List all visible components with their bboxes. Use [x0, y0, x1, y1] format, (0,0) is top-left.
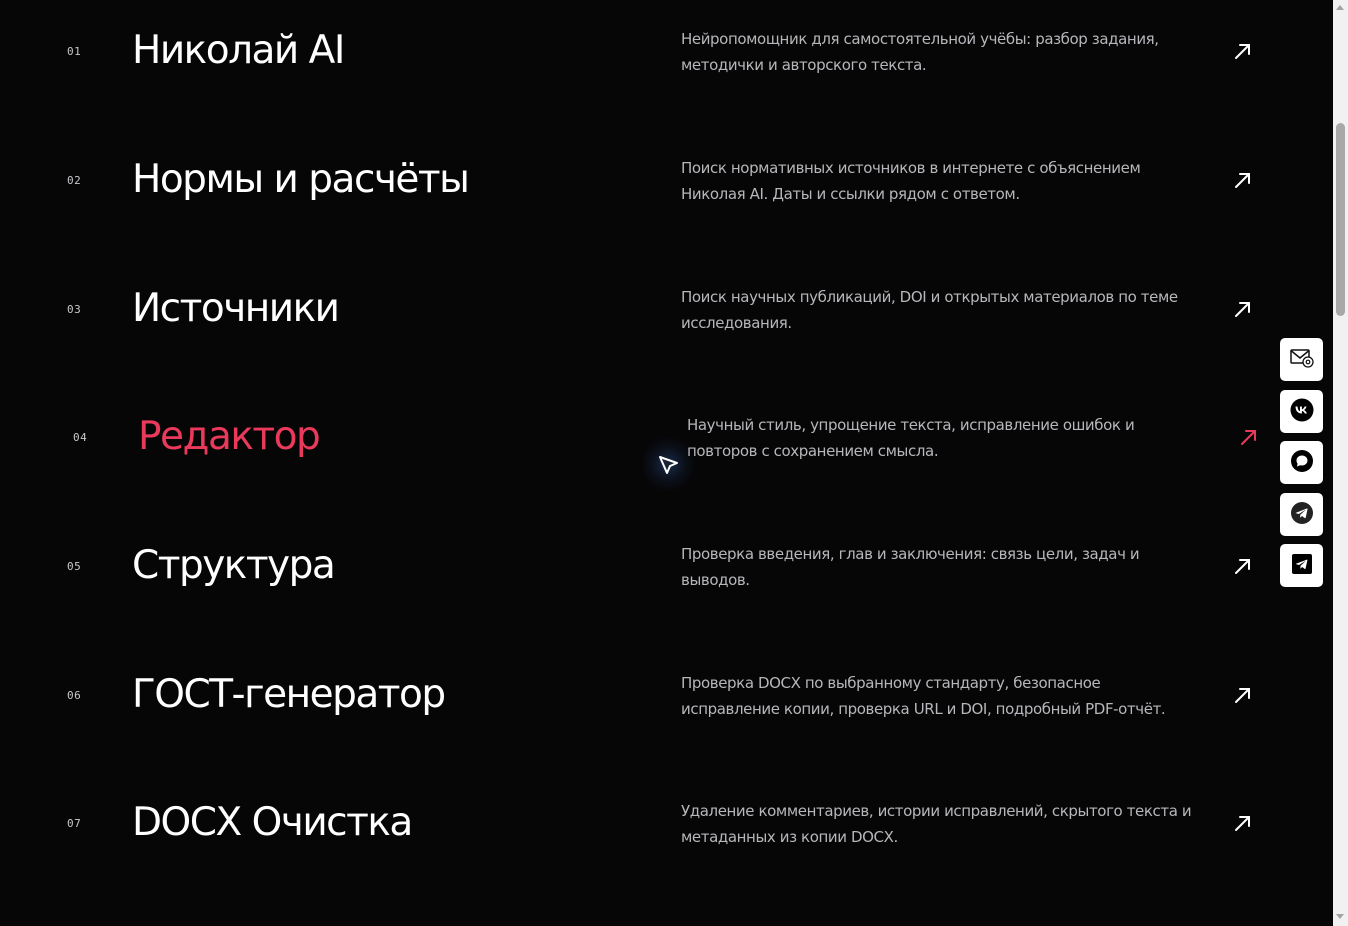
- service-description: Проверка введения, глав и заключения: св…: [681, 545, 1140, 589]
- service-row-sources[interactable]: 03 Источники Поиск научных публикаций, D…: [0, 259, 1333, 388]
- service-description: Удаление комментариев, истории исправлен…: [681, 802, 1192, 846]
- pointer-cursor-icon: [656, 452, 682, 478]
- service-number: 06: [67, 689, 82, 702]
- arrow-up-right-icon[interactable]: [1233, 685, 1253, 705]
- service-row-gost-generator[interactable]: 06 ГОСТ-генератор Проверка DOCX по выбра…: [0, 645, 1333, 774]
- scroll-down-icon[interactable]: [1336, 914, 1344, 919]
- telegram-square-icon: [1291, 553, 1313, 579]
- service-number: 07: [67, 817, 82, 830]
- service-number: 05: [67, 560, 82, 573]
- arrow-up-right-icon[interactable]: [1239, 427, 1259, 447]
- service-title: DOCX Очистка: [132, 800, 413, 845]
- service-number: 01: [67, 45, 82, 58]
- service-number: 02: [67, 174, 82, 187]
- service-description: Поиск нормативных источников в интернете…: [681, 159, 1141, 203]
- service-row-structure[interactable]: 05 Структура Проверка введения, глав и з…: [0, 516, 1333, 645]
- service-number: 03: [67, 303, 82, 316]
- chat-bubble-icon: [1290, 449, 1314, 477]
- service-row-nikolay-ai[interactable]: 01 Николай AI Нейропомощник для самостоя…: [0, 1, 1333, 130]
- arrow-up-right-icon[interactable]: [1233, 556, 1253, 576]
- arrow-up-right-icon[interactable]: [1233, 813, 1253, 833]
- arrow-up-right-icon[interactable]: [1233, 299, 1253, 319]
- telegram-channel-button[interactable]: [1280, 544, 1323, 587]
- service-row-norms[interactable]: 02 Нормы и расчёты Поиск нормативных ист…: [0, 130, 1333, 259]
- scrollbar-thumb[interactable]: [1336, 123, 1345, 316]
- mail-at-icon: [1289, 348, 1314, 372]
- service-description: Нейропомощник для самостоятельной учёбы:…: [681, 30, 1159, 74]
- chat-button[interactable]: [1280, 441, 1323, 484]
- scroll-up-icon[interactable]: [1336, 5, 1344, 10]
- telegram-button[interactable]: [1280, 493, 1323, 536]
- service-title: Николай AI: [132, 28, 345, 73]
- service-row-docx-cleanup[interactable]: 07 DOCX Очистка Удаление комментариев, и…: [0, 773, 1333, 902]
- service-title: ГОСТ-генератор: [132, 672, 446, 717]
- service-title: Источники: [132, 286, 340, 331]
- service-description: Проверка DOCX по выбранному стандарту, б…: [681, 674, 1166, 718]
- service-title: Структура: [132, 543, 336, 588]
- vk-icon: [1290, 398, 1314, 426]
- service-description: Поиск научных публикаций, DOI и открытых…: [681, 288, 1178, 332]
- vk-button[interactable]: [1280, 390, 1323, 433]
- service-description: Научный стиль, упрощение текста, исправл…: [687, 416, 1135, 460]
- page: 01 Николай AI Нейропомощник для самостоя…: [0, 0, 1348, 926]
- service-title: Нормы и расчёты: [132, 157, 470, 202]
- service-title: Редактор: [138, 414, 321, 459]
- arrow-up-right-icon[interactable]: [1233, 41, 1253, 61]
- telegram-icon: [1290, 501, 1314, 529]
- service-number: 04: [73, 431, 88, 444]
- scrollbar[interactable]: [1333, 0, 1348, 926]
- email-button[interactable]: [1280, 338, 1323, 381]
- arrow-up-right-icon[interactable]: [1233, 170, 1253, 190]
